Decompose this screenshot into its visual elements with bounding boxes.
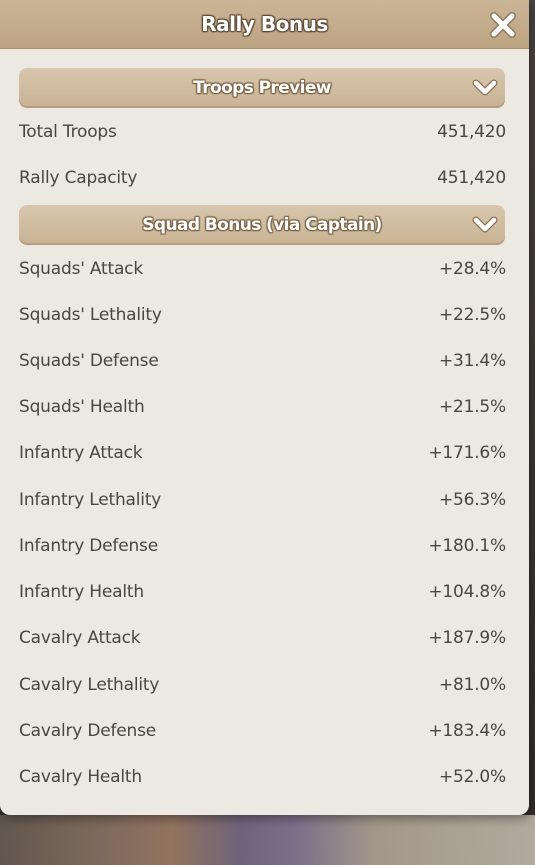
- stat-label: Squads' Lethality: [19, 305, 162, 325]
- stat-label: Cavalry Lethality: [19, 675, 160, 695]
- stat-row-squads-defense: Squads' Defense +31.4%: [19, 347, 506, 375]
- stat-value: +171.6%: [428, 443, 506, 463]
- stat-value: +180.1%: [428, 536, 506, 556]
- stat-value: +104.8%: [428, 582, 506, 602]
- squad-bonus-header: Squad Bonus (via Captain): [142, 215, 382, 235]
- dialog-header: Rally Bonus: [0, 0, 529, 49]
- stat-row-infantry-defense: Infantry Defense +180.1%: [19, 532, 506, 560]
- stat-label: Total Troops: [19, 122, 117, 142]
- troops-preview-toggle[interactable]: Troops Preview: [19, 68, 505, 108]
- stat-row-squads-attack: Squads' Attack +28.4%: [19, 255, 506, 283]
- stat-value: 451,420: [437, 122, 506, 142]
- stat-row-squads-lethality: Squads' Lethality +22.5%: [19, 301, 506, 329]
- stat-label: Rally Capacity: [19, 168, 138, 188]
- stat-value: +56.3%: [438, 490, 506, 510]
- stat-value: +183.4%: [428, 721, 506, 741]
- stat-row-infantry-attack: Infantry Attack +171.6%: [19, 439, 506, 467]
- stat-value: +22.5%: [438, 305, 506, 325]
- stat-label: Infantry Lethality: [19, 490, 162, 510]
- stat-value: 451,420: [437, 168, 506, 188]
- stat-value: +21.5%: [438, 397, 506, 417]
- stat-row-total-troops: Total Troops 451,420: [19, 118, 506, 146]
- squad-bonus-toggle[interactable]: Squad Bonus (via Captain): [19, 205, 505, 245]
- troops-preview-header: Troops Preview: [193, 78, 331, 98]
- stat-row-rally-capacity: Rally Capacity 451,420: [19, 164, 506, 192]
- stat-row-cavalry-health: Cavalry Health +52.0%: [19, 763, 506, 791]
- stat-label: Infantry Defense: [19, 536, 158, 556]
- stat-label: Cavalry Health: [19, 767, 142, 787]
- dialog-title: Rally Bonus: [201, 12, 328, 36]
- rally-bonus-dialog: Rally Bonus Troops Preview Total Troops …: [0, 0, 529, 815]
- stat-label: Squads' Defense: [19, 351, 159, 371]
- close-icon: [490, 12, 516, 38]
- stat-row-cavalry-defense: Cavalry Defense +183.4%: [19, 717, 506, 745]
- stat-label: Squads' Health: [19, 397, 145, 417]
- stat-value: +31.4%: [438, 351, 506, 371]
- stat-value: +81.0%: [438, 675, 506, 695]
- stat-value: +28.4%: [438, 259, 506, 279]
- stat-row-cavalry-lethality: Cavalry Lethality +81.0%: [19, 671, 506, 699]
- stat-label: Cavalry Attack: [19, 628, 141, 648]
- stat-label: Infantry Health: [19, 582, 144, 602]
- stat-row-cavalry-attack: Cavalry Attack +187.9%: [19, 624, 506, 652]
- chevron-down-icon: [472, 214, 498, 236]
- stat-label: Squads' Attack: [19, 259, 143, 279]
- stat-row-infantry-health: Infantry Health +104.8%: [19, 578, 506, 606]
- chevron-down-icon: [472, 77, 498, 99]
- stat-row-infantry-lethality: Infantry Lethality +56.3%: [19, 486, 506, 514]
- stat-value: +187.9%: [428, 628, 506, 648]
- close-button[interactable]: [486, 8, 520, 42]
- stat-label: Infantry Attack: [19, 443, 143, 463]
- stat-row-squads-health: Squads' Health +21.5%: [19, 393, 506, 421]
- stat-label: Cavalry Defense: [19, 721, 157, 741]
- background-hero-strip: [0, 815, 535, 865]
- stat-value: +52.0%: [438, 767, 506, 787]
